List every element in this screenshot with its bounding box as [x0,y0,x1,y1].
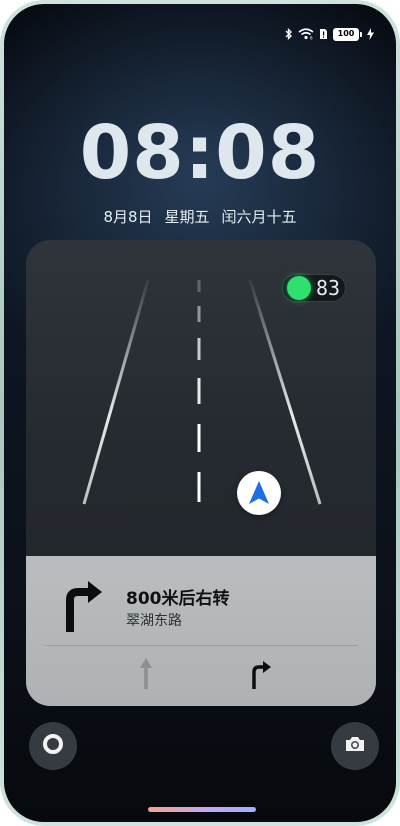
camera-icon [344,735,366,757]
lock-screen: 6 100 08:08 8月8日 星期五 闰六月十五 83 800米后右转 翠湖… [4,4,396,822]
traffic-light-countdown: 83 [282,274,346,302]
home-indicator[interactable] [148,807,256,812]
date-text: 8月8日 [103,208,153,226]
camera-button[interactable] [331,722,379,770]
sim-icon [319,28,328,40]
wifi-icon: 6 [298,28,314,40]
turn-distance: 800米后右转 [126,589,230,609]
phone-frame: 6 100 08:08 8月8日 星期五 闰六月十五 83 800米后右转 翠湖… [0,0,400,826]
lock-clock: 08:08 [79,110,321,196]
turn-right-icon [60,578,104,638]
traffic-light-seconds: 83 [316,276,341,300]
lane-right-turn-icon [249,656,273,694]
turn-guidance-panel: 800米后右转 翠湖东路 [26,556,376,706]
shortcut-left-button[interactable] [29,722,77,770]
lunar-date-text: 闰六月十五 [221,208,297,226]
traffic-light-green-icon [287,276,311,300]
battery-indicator: 100 [333,27,362,41]
next-road-name: 翠湖东路 [126,613,182,629]
charging-icon [367,28,374,40]
status-bar: 6 100 [285,26,374,42]
lane-divider [44,645,358,646]
road-view: 83 [26,240,376,556]
navigation-card[interactable]: 83 800米后右转 翠湖东路 [26,240,376,706]
battery-level: 100 [337,29,355,38]
circle-icon [42,733,64,759]
location-arrow-icon [237,471,281,515]
svg-text:6: 6 [310,36,313,41]
date-line: 8月8日 星期五 闰六月十五 [4,206,396,227]
weekday-text: 星期五 [164,208,210,226]
lane-straight-icon [139,656,153,694]
bluetooth-icon [285,28,293,40]
